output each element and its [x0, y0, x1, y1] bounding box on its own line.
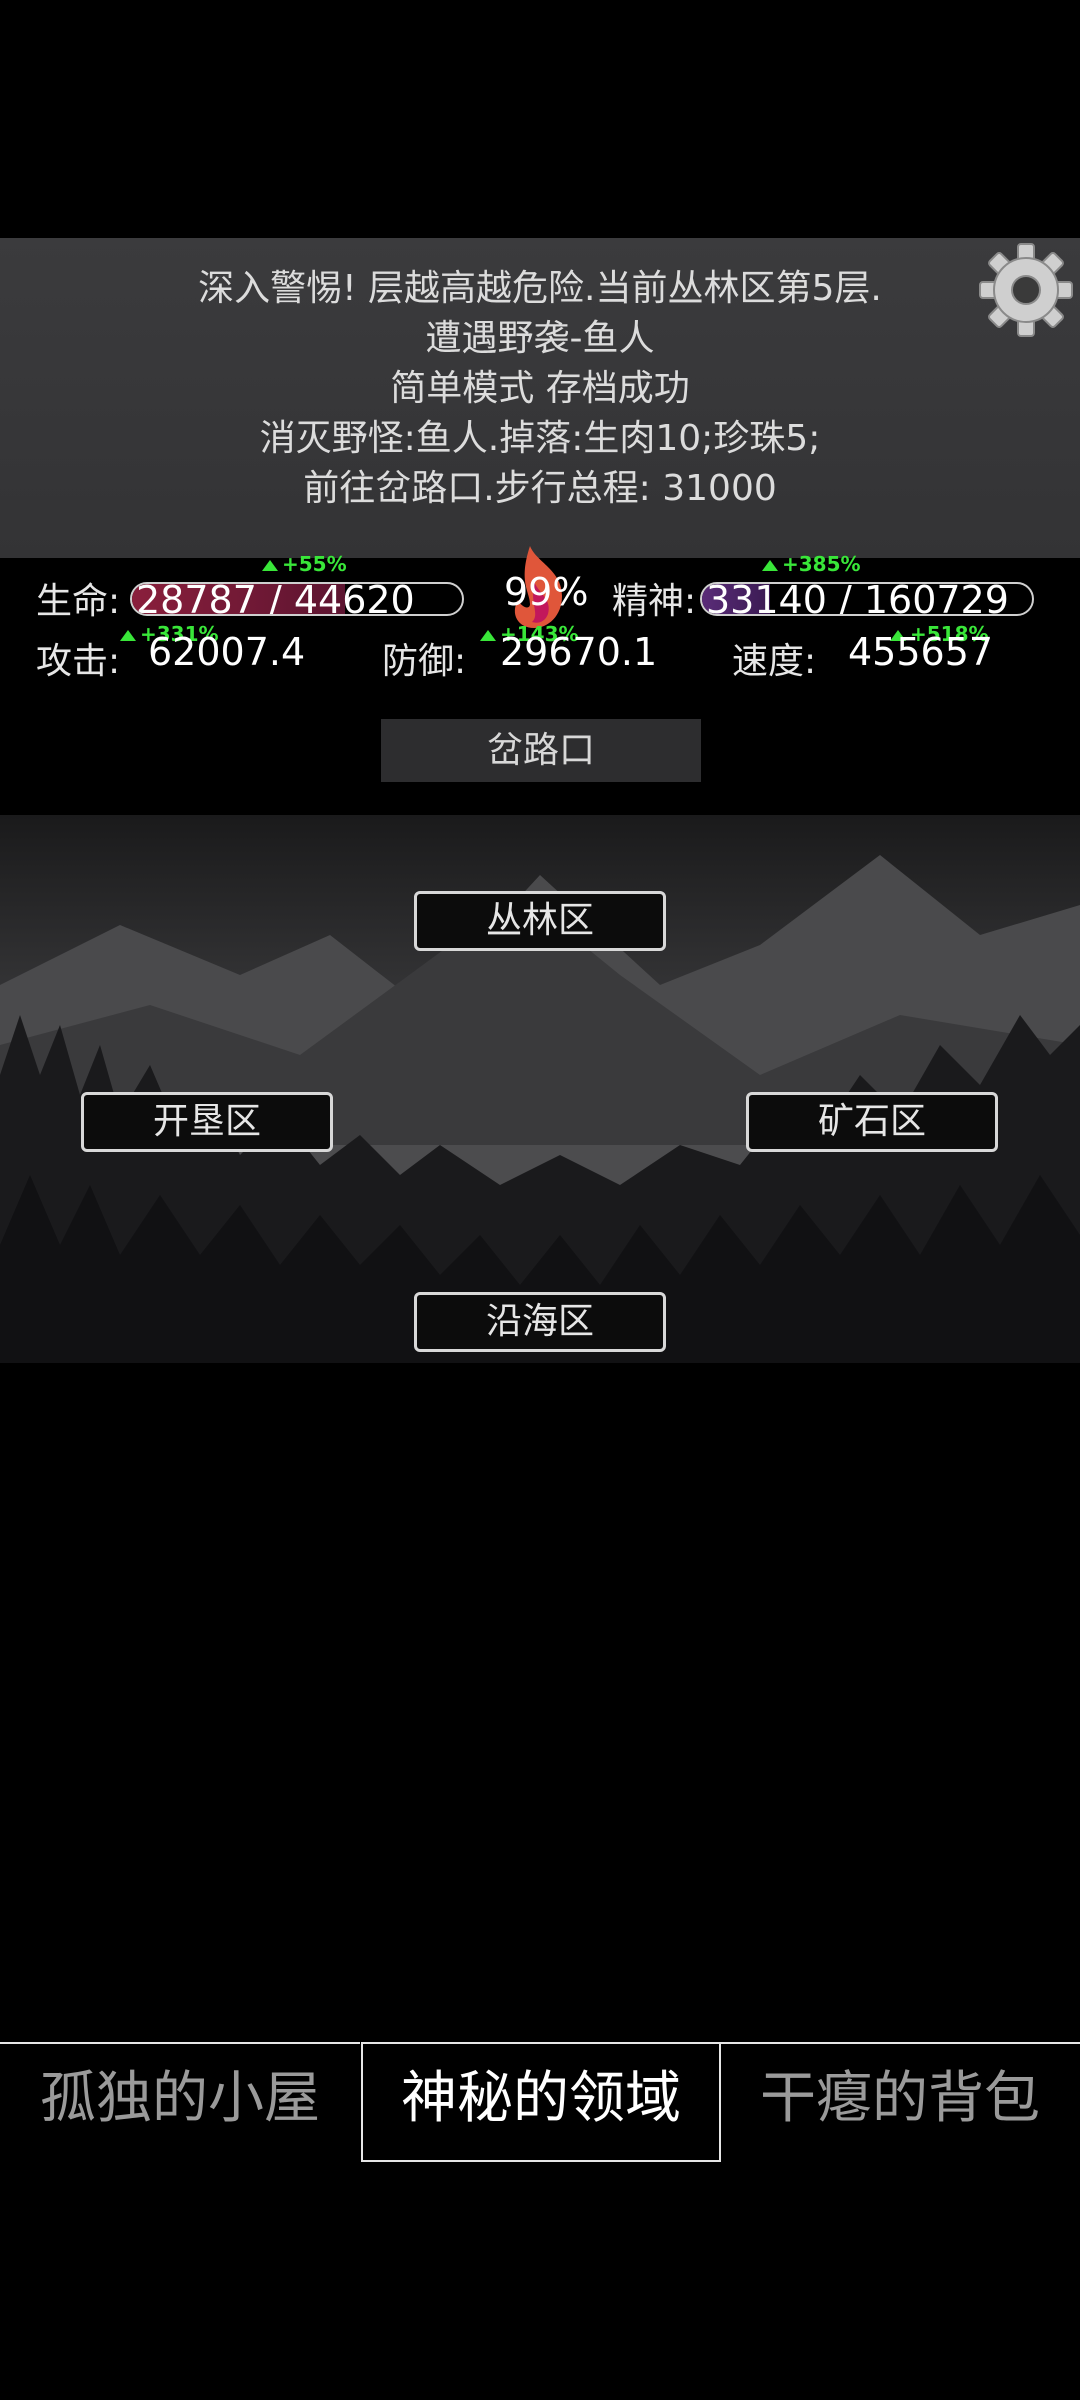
- up-arrow-icon: [120, 630, 136, 641]
- zone-jungle-button[interactable]: 丛林区: [414, 891, 666, 951]
- life-bonus: +55%: [262, 552, 347, 576]
- message-line: 简单模式 存档成功: [390, 368, 690, 409]
- up-arrow-icon: [480, 630, 496, 641]
- up-arrow-icon: [762, 560, 778, 571]
- message-line: 消灭野怪:鱼人.掉落:生肉10;珍珠5;: [259, 418, 821, 459]
- tab-realm[interactable]: 神秘的领域: [361, 2042, 721, 2162]
- current-location: 岔路口: [381, 719, 701, 782]
- message-line: 深入警惕! 层越高越危险.当前丛林区第5层.: [198, 268, 882, 309]
- speed-value: 455657: [848, 630, 994, 674]
- speed-label: 速度:: [732, 641, 817, 682]
- message-log: 深入警惕! 层越高越危险.当前丛林区第5层. 遭遇野袭-鱼人 简单模式 存档成功…: [130, 264, 950, 514]
- life-value: 28787 / 44620: [136, 582, 415, 616]
- zone-coast-button[interactable]: 沿海区: [414, 1292, 666, 1352]
- hunger-value: 99%: [504, 570, 589, 614]
- life-bar: 28787 / 44620: [130, 582, 464, 616]
- attack-label: 攻击:: [36, 641, 121, 682]
- moon-icon[interactable]: [12, 250, 72, 326]
- spirit-value: 33140 / 160729: [706, 582, 1009, 616]
- zone-farmland-button[interactable]: 开垦区: [81, 1092, 333, 1152]
- defense-value: 29670.1: [500, 630, 658, 674]
- life-label: 生命:: [36, 581, 121, 622]
- tab-backpack[interactable]: 干瘪的背包: [720, 2042, 1080, 2160]
- message-line: 前往岔路口.步行总程: 31000: [303, 468, 777, 509]
- spirit-bonus: +385%: [762, 552, 861, 576]
- spirit-label: 精神:: [612, 581, 697, 622]
- zone-mine-button[interactable]: 矿石区: [746, 1092, 998, 1152]
- attack-value: 62007.4: [148, 630, 306, 674]
- gear-icon[interactable]: [976, 240, 1076, 340]
- spirit-bar: 33140 / 160729: [700, 582, 1034, 616]
- message-line: 遭遇野袭-鱼人: [425, 318, 655, 359]
- defense-label: 防御:: [382, 641, 467, 682]
- tab-cabin[interactable]: 孤独的小屋: [0, 2042, 360, 2160]
- up-arrow-icon: [262, 560, 278, 571]
